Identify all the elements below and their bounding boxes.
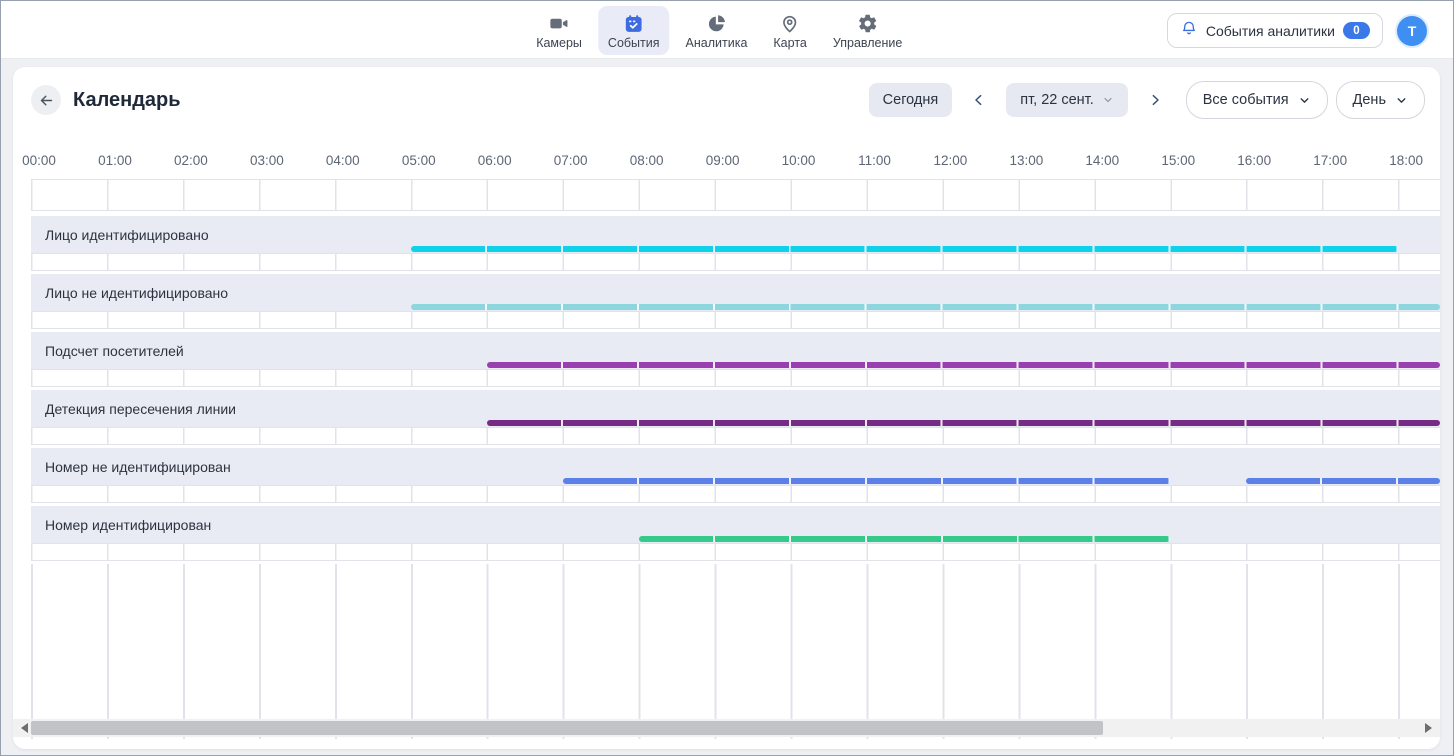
hour-label-14:00: 14:00 xyxy=(1085,153,1119,168)
hour-label-08:00: 08:00 xyxy=(630,153,664,168)
event-bar[interactable] xyxy=(639,536,1171,542)
nav-item-3[interactable]: Карта xyxy=(763,6,816,55)
event-bar[interactable] xyxy=(411,304,1440,310)
nav-item-label: Аналитика xyxy=(686,36,748,50)
top-header: Камеры События Аналитика Карта Управлени… xyxy=(1,1,1453,59)
app-window: Камеры События Аналитика Карта Управлени… xyxy=(0,0,1454,756)
analytics-events-label: События аналитики xyxy=(1206,23,1335,39)
hour-label-05:00: 05:00 xyxy=(402,153,436,168)
hour-label-13:00: 13:00 xyxy=(1009,153,1043,168)
grid-band xyxy=(31,543,1440,561)
gear-icon xyxy=(857,12,879,34)
grid-band xyxy=(31,485,1440,503)
main-nav: Камеры События Аналитика Карта Управлени… xyxy=(526,6,912,55)
event-bar[interactable] xyxy=(563,478,1171,484)
event-row-label: Номер идентифицирован xyxy=(45,517,211,533)
event-row-label: Лицо идентифицировано xyxy=(45,227,209,243)
scroll-left-arrow[interactable] xyxy=(21,723,28,733)
hour-label-06:00: 06:00 xyxy=(478,153,512,168)
pie-chart-icon xyxy=(705,12,727,34)
map-pin-icon xyxy=(779,12,801,34)
hour-label-12:00: 12:00 xyxy=(933,153,967,168)
nav-item-2[interactable]: Аналитика xyxy=(676,6,758,55)
timeline-area: 00:00 01:00 02:00 03:00 04:00 05:00 06:00 07:00… xyxy=(13,67,1440,749)
nav-item-label: Карта xyxy=(773,36,806,50)
hour-label-10:00: 10:00 xyxy=(782,153,816,168)
event-row-label: Номер не идентифицирован xyxy=(45,459,231,475)
bell-icon xyxy=(1180,19,1198,42)
hour-label-18:00: 18:00 xyxy=(1389,153,1423,168)
nav-item-label: Управление xyxy=(833,36,903,50)
hour-label-07:00: 07:00 xyxy=(554,153,588,168)
hour-label-16:00: 16:00 xyxy=(1237,153,1271,168)
event-row-label: Подсчет посетителей xyxy=(45,343,184,359)
calendar-check-icon xyxy=(623,12,645,34)
hour-label-00:00: 00:00 xyxy=(22,153,56,168)
grid-band xyxy=(31,311,1440,329)
hour-label-01:00: 01:00 xyxy=(98,153,132,168)
horizontal-scrollbar[interactable] xyxy=(13,719,1440,737)
hour-label-17:00: 17:00 xyxy=(1313,153,1347,168)
calendar-panel: Календарь Сегодня пт, 22 сент. Все событ… xyxy=(13,67,1440,749)
grid-band xyxy=(31,369,1440,387)
event-row-label: Лицо не идентифицировано xyxy=(45,285,228,301)
scroll-right-arrow[interactable] xyxy=(1425,723,1432,733)
analytics-events-button[interactable]: События аналитики 0 xyxy=(1167,13,1383,48)
notification-count-badge: 0 xyxy=(1343,22,1370,39)
hour-label-09:00: 09:00 xyxy=(706,153,740,168)
hour-label-03:00: 03:00 xyxy=(250,153,284,168)
camera-icon xyxy=(548,12,570,34)
grid-band xyxy=(31,253,1440,271)
event-bar[interactable] xyxy=(487,420,1440,426)
nav-item-4[interactable]: Управление xyxy=(823,6,913,55)
event-bar[interactable] xyxy=(1246,478,1440,484)
event-bar[interactable] xyxy=(487,362,1440,368)
event-bar[interactable] xyxy=(411,246,1398,252)
nav-item-0[interactable]: Камеры xyxy=(526,6,592,55)
grid-band xyxy=(31,427,1440,445)
hour-label-02:00: 02:00 xyxy=(174,153,208,168)
header-right-cluster: События аналитики 0 T xyxy=(1167,13,1427,48)
grid-band-top xyxy=(31,179,1440,211)
user-avatar[interactable]: T xyxy=(1397,16,1427,46)
grid-band-bottom xyxy=(31,564,1440,739)
nav-item-label: События xyxy=(608,36,660,50)
nav-item-1[interactable]: События xyxy=(598,6,670,55)
scrollbar-thumb[interactable] xyxy=(31,721,1103,735)
hour-label-11:00: 11:00 xyxy=(858,153,891,168)
hour-label-04:00: 04:00 xyxy=(326,153,360,168)
hour-label-15:00: 15:00 xyxy=(1161,153,1195,168)
event-row-label: Детекция пересечения линии xyxy=(45,401,236,417)
nav-item-label: Камеры xyxy=(536,36,582,50)
